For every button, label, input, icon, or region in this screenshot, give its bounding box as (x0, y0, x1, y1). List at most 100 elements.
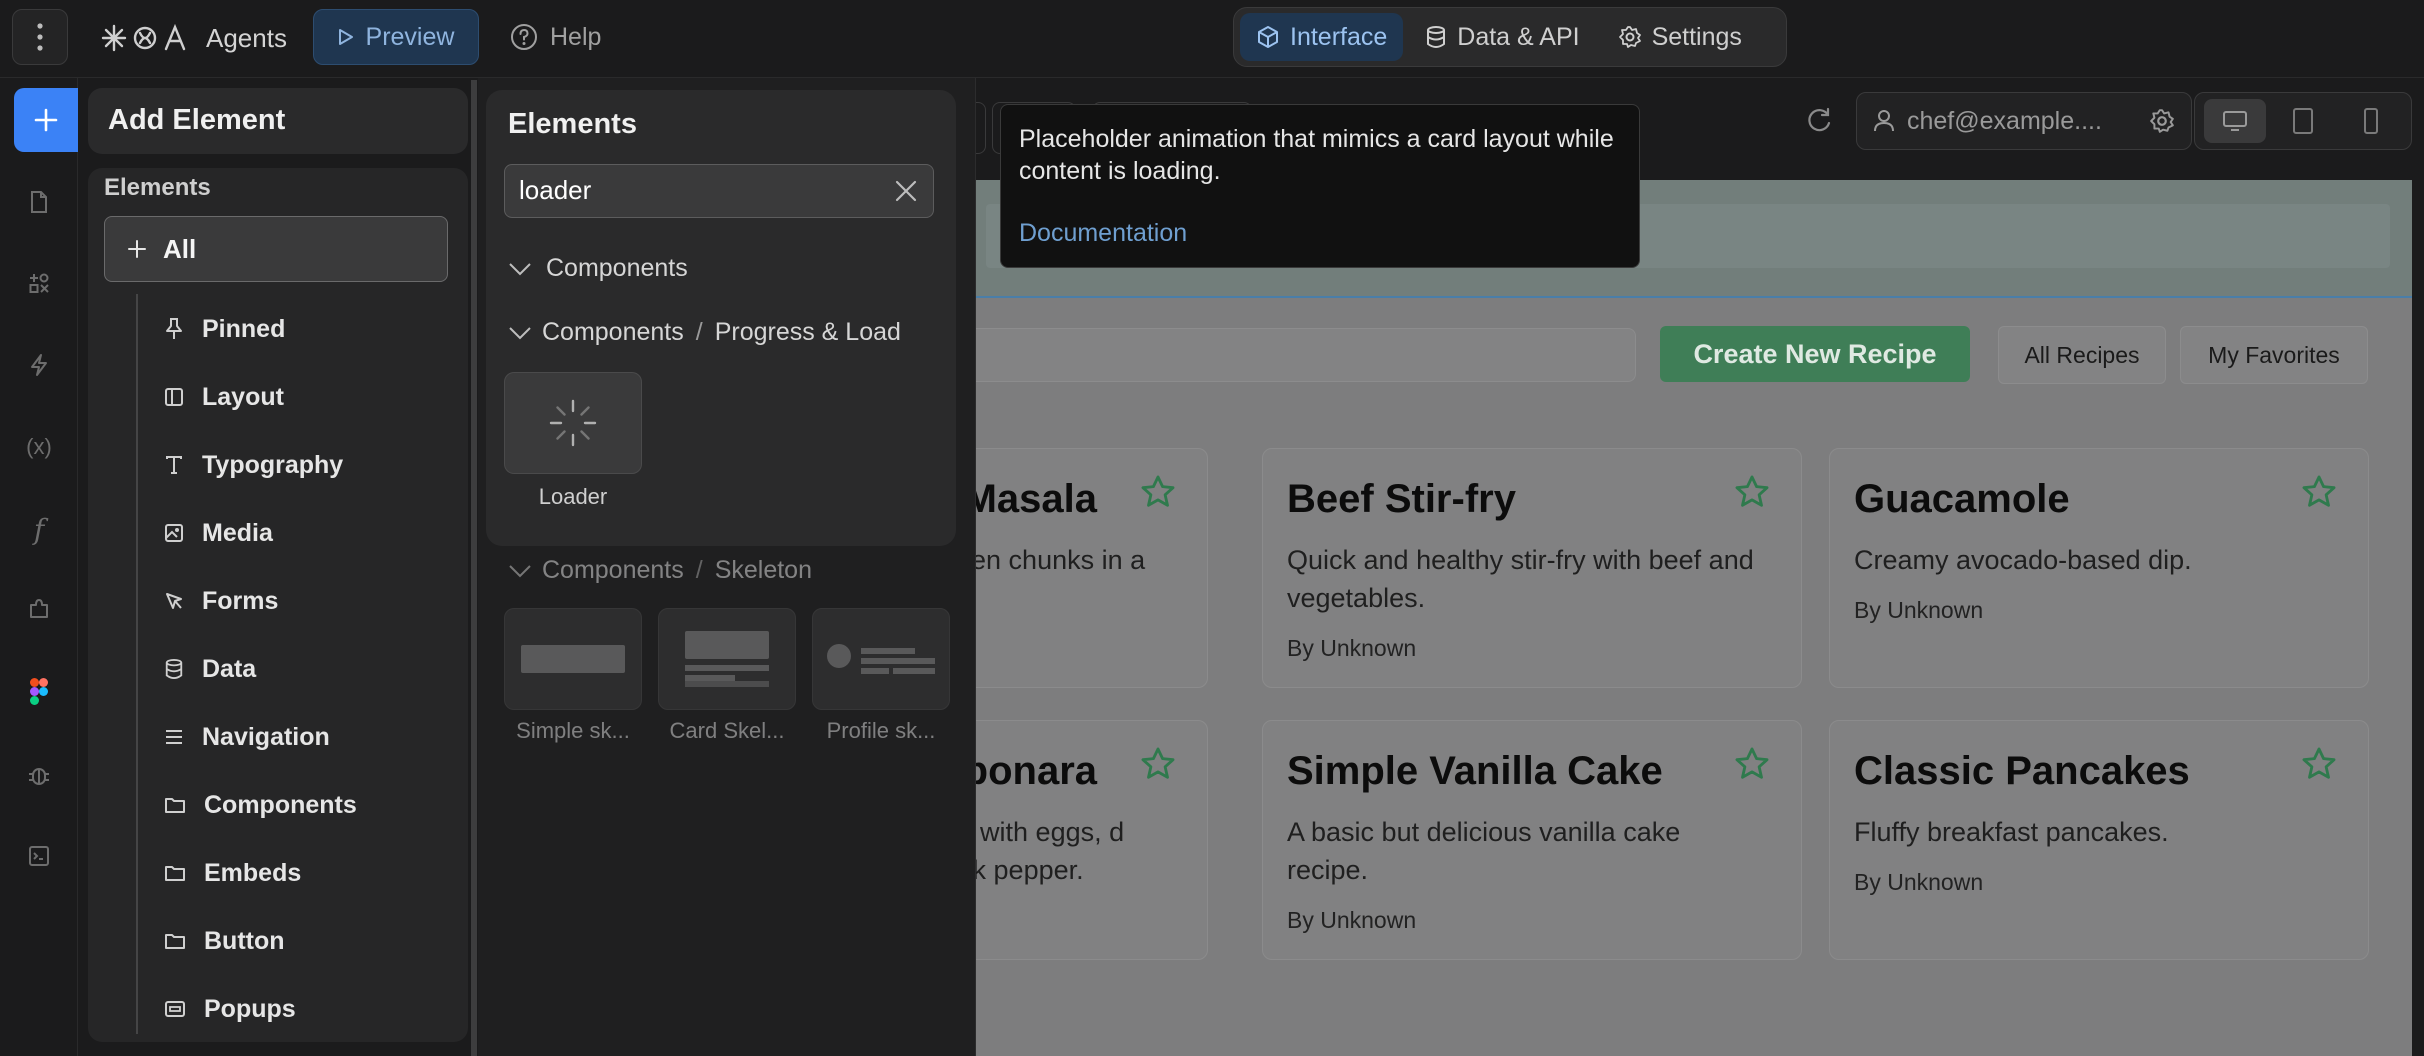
refresh-button[interactable] (1804, 106, 1834, 136)
recipe-description: dish with eggs, d black pepper. (976, 817, 1125, 885)
category-data[interactable]: Data (164, 644, 444, 694)
category-components[interactable]: Components (164, 780, 444, 830)
rail-figma-button[interactable] (14, 666, 64, 716)
category-pinned[interactable]: Pinned (164, 304, 444, 354)
elements-results: Elements Components Components / Progres… (486, 90, 956, 546)
recipe-description: Quick and healthy stir-fry with beef and… (1287, 545, 1754, 613)
my-favorites-button[interactable]: My Favorites (2180, 326, 2368, 384)
star-icon[interactable] (1139, 473, 1177, 511)
star-icon[interactable] (1733, 745, 1771, 783)
rail-plugins-button[interactable] (14, 584, 64, 634)
category-forms[interactable]: Forms (164, 576, 444, 626)
category-media[interactable]: Media (164, 508, 444, 558)
element-search-input[interactable] (519, 165, 889, 216)
pin-icon (166, 318, 182, 339)
rail-actions-button[interactable] (14, 340, 64, 390)
recipe-card[interactable]: n Masala hicken chunks in a (976, 448, 1208, 688)
loader-tile[interactable] (504, 372, 642, 474)
category-embeds[interactable]: Embeds (164, 848, 444, 898)
recipe-description: Creamy avocado-based dip. (1854, 545, 2192, 575)
category-label: Pinned (202, 314, 286, 343)
create-recipe-button[interactable]: Create New Recipe (1660, 326, 1970, 382)
recipe-card[interactable]: Beef Stir-fry Quick and healthy stir-fry… (1262, 448, 1802, 688)
profile-skeleton-tile[interactable] (812, 608, 950, 710)
rail-console-button[interactable] (14, 831, 64, 881)
category-label: Media (202, 518, 273, 547)
recipe-author: By Unknown (1287, 907, 1417, 933)
user-preview-selector[interactable]: chef@example.... (1856, 92, 2192, 150)
category-popups[interactable]: Popups (164, 984, 444, 1034)
variable-icon: (x) (26, 434, 52, 459)
section-parent: Components (542, 318, 684, 346)
preview-button[interactable]: Preview (313, 9, 479, 65)
close-icon[interactable] (893, 178, 919, 204)
recipe-search-input[interactable] (976, 328, 1636, 382)
category-typography[interactable]: Typography (164, 440, 444, 490)
section-separator: / (695, 318, 703, 346)
recipe-card[interactable]: bonara dish with eggs, d black pepper. (976, 720, 1208, 960)
vertical-dots-icon (37, 23, 43, 51)
rail-pages-button[interactable] (14, 177, 64, 227)
recipe-title: n Masala (976, 477, 1097, 521)
recipe-card[interactable]: Guacamole Creamy avocado-based dip. By U… (1829, 448, 2369, 688)
documentation-link[interactable]: Documentation (1019, 219, 1187, 248)
panel-resize-handle[interactable] (471, 80, 477, 1056)
figma-icon (30, 677, 48, 705)
category-label: Embeds (204, 858, 302, 887)
all-recipes-button[interactable]: All Recipes (1998, 326, 2166, 384)
simple-skeleton-icon (521, 645, 625, 673)
simple-skeleton-tile[interactable] (504, 608, 642, 710)
add-element-panel: Add Element Elements All Pinned Layout T… (88, 88, 468, 1042)
puzzle-icon (30, 599, 48, 618)
toolbar-control[interactable] (976, 102, 986, 154)
star-icon[interactable] (2300, 473, 2338, 511)
category-navigation[interactable]: Navigation (164, 712, 444, 762)
recipe-title: bonara (976, 749, 1097, 793)
play-icon (338, 29, 353, 45)
recipe-title: Beef Stir-fry (1287, 477, 1516, 521)
tree-line (136, 294, 138, 1034)
help-button[interactable]: Help (510, 9, 601, 65)
lightning-icon (31, 354, 47, 376)
recipe-title: Classic Pancakes (1854, 749, 2190, 793)
user-email: chef@example.... (1907, 106, 2102, 135)
tab-data-api[interactable]: Data & API (1409, 13, 1595, 61)
tab-settings[interactable]: Settings (1602, 13, 1758, 61)
section-label: Progress & Load (714, 318, 901, 346)
star-icon[interactable] (1733, 473, 1771, 511)
help-circle-icon (511, 24, 537, 50)
page-preview: Create New Recipe All Recipes My Favorit… (976, 180, 2412, 1056)
rail-functions-button[interactable]: f (14, 504, 64, 554)
popup-icon (165, 1001, 185, 1017)
category-label: Button (204, 926, 285, 955)
tab-label: Settings (1651, 22, 1742, 51)
add-element-rail-button[interactable] (14, 88, 78, 152)
more-menu-button[interactable] (12, 9, 68, 65)
star-icon[interactable] (1139, 745, 1177, 783)
section-skeleton[interactable]: Components / Skeleton (508, 556, 812, 585)
category-button[interactable]: Button (164, 916, 444, 966)
card-skeleton-tile[interactable] (658, 608, 796, 710)
recipe-title: Simple Vanilla Cake (1287, 749, 1663, 793)
category-layout[interactable]: Layout (164, 372, 444, 422)
tab-interface[interactable]: Interface (1240, 13, 1404, 61)
section-progress-load[interactable]: Components / Progress & Load (508, 318, 901, 347)
category-all[interactable]: All (104, 216, 448, 282)
desktop-view-button[interactable] (2204, 99, 2266, 143)
section-components[interactable]: Components (508, 254, 688, 283)
page-icon (31, 191, 47, 213)
device-switcher (2194, 92, 2412, 150)
refresh-icon (1808, 107, 1831, 132)
category-label: Forms (202, 586, 279, 615)
mobile-view-button[interactable] (2340, 99, 2402, 143)
recipe-card[interactable]: Classic Pancakes Fluffy breakfast pancak… (1829, 720, 2369, 960)
star-icon[interactable] (2300, 745, 2338, 783)
brand[interactable]: Agents (100, 18, 287, 58)
tablet-view-button[interactable] (2272, 99, 2334, 143)
rail-debug-button[interactable] (14, 750, 64, 800)
chevron-down-icon (509, 564, 531, 577)
rail-components-button[interactable] (14, 258, 64, 308)
recipe-description: Fluffy breakfast pancakes. (1854, 817, 2169, 847)
rail-variables-button[interactable]: (x) (14, 422, 64, 472)
recipe-card[interactable]: Simple Vanilla Cake A basic but deliciou… (1262, 720, 1802, 960)
